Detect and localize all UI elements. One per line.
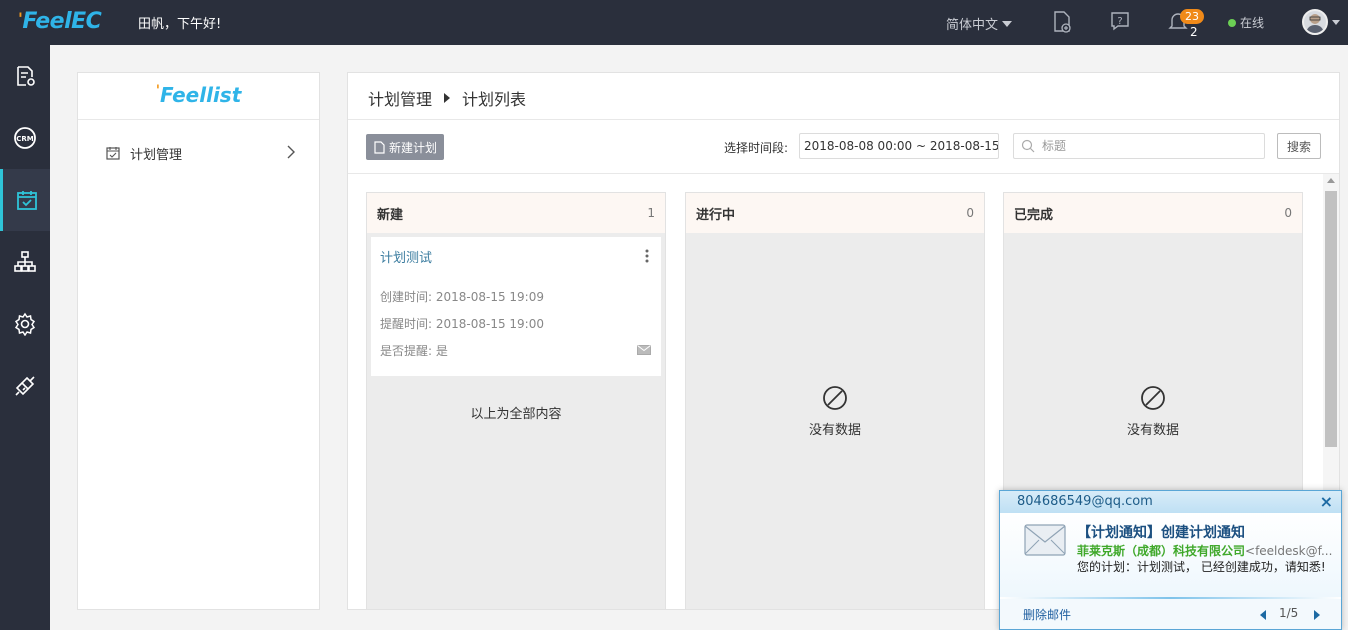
sender-address: <feeldesk@f... (1245, 544, 1333, 558)
search-placeholder: 标题 (1042, 139, 1067, 153)
end-of-list-text: 以上为全部内容 (470, 407, 562, 422)
divider (348, 173, 1339, 174)
notification-badge[interactable]: 23 (1180, 9, 1204, 24)
column-header: 进行中 0 (686, 193, 984, 233)
svg-text:CRM: CRM (16, 135, 34, 143)
status-dot-icon (1228, 19, 1236, 27)
chevron-down-icon (1002, 21, 1013, 27)
svg-text:?: ? (1117, 16, 1122, 27)
no-data-icon (1141, 386, 1165, 410)
mail-sender: 菲莱克斯（成都）科技有限公司<feeldesk@f... (1077, 542, 1335, 559)
sender-name: 菲莱克斯（成都）科技有限公司 (1077, 544, 1246, 558)
column-count: 0 (966, 206, 974, 220)
column-count: 1 (647, 206, 655, 220)
scroll-up-arrow-icon[interactable] (1327, 178, 1335, 183)
breadcrumb-current: 计划列表 (462, 90, 527, 109)
mail-account: 804686549@qq.com (1017, 494, 1153, 509)
plan-card[interactable]: 计划测试 创建时间: 2018-08-15 19:09 提醒时间: 2018-0… (371, 237, 661, 376)
plan-remind-flag: 是否提醒: 是 (380, 344, 448, 358)
chevron-right-icon (287, 145, 295, 159)
rail-item-settings[interactable] (0, 293, 50, 355)
delete-mail-link[interactable]: 删除邮件 (1023, 606, 1071, 623)
calendar-icon (106, 147, 120, 160)
top-bar: 'FeelEC 田帆，下午好! 简体中文 ? 23 2 在线 (0, 0, 1348, 45)
gear-icon (14, 312, 36, 336)
org-chart-icon (14, 251, 36, 272)
scroll-thumb[interactable] (1325, 191, 1337, 447)
column-header: 已完成 0 (1004, 193, 1302, 233)
crm-icon: CRM (14, 127, 36, 149)
empty-state: 没有数据 (1004, 385, 1302, 438)
mail-page-indicator: 1/5 (1279, 606, 1299, 620)
time-range-input[interactable]: 2018-08-08 00:00 ~ 2018-08-15 19: (799, 133, 999, 159)
plan-remind-time: 提醒时间: 2018-08-15 19:00 (380, 317, 544, 331)
time-range-label: 选择时间段: (724, 141, 789, 155)
close-icon[interactable]: × (1320, 491, 1333, 513)
plan-card-title[interactable]: 计划测试 (380, 247, 432, 266)
column-count: 0 (1284, 206, 1292, 220)
language-selector[interactable]: 简体中文 (946, 14, 1013, 33)
column-title: 已完成 (1014, 207, 1054, 223)
feellist-logo: 'Feellist (78, 73, 319, 120)
divider (348, 119, 1339, 120)
column-title: 进行中 (696, 207, 736, 223)
rail-item-documents[interactable] (0, 45, 50, 107)
empty-state: 没有数据 (686, 385, 984, 438)
feelec-logo[interactable]: 'FeelEC (18, 9, 102, 34)
mail-popup-footer: 删除邮件 1/5 (1000, 599, 1341, 629)
breadcrumb-parent[interactable]: 计划管理 (368, 90, 432, 109)
column-title: 新建 (377, 207, 404, 223)
document-settings-icon (17, 66, 35, 86)
chevron-down-icon[interactable] (1332, 20, 1340, 25)
envelope-icon (1024, 524, 1066, 556)
mail-popup-body[interactable]: 【计划通知】创建计划通知 菲莱克斯（成都）科技有限公司<feeldesk@f..… (1000, 513, 1341, 597)
module-panel: 'Feellist 计划管理 (77, 72, 320, 610)
mail-popup-header: 804686549@qq.com × (1000, 491, 1341, 513)
next-arrow-icon[interactable] (1314, 610, 1320, 620)
column-new: 新建 1 计划测试 创建时间: 2018-08-15 19:09 提醒时间: 2… (366, 192, 666, 609)
empty-text: 没有数据 (1126, 423, 1179, 438)
search-button[interactable]: 搜索 (1277, 133, 1321, 159)
new-plan-label: 新建计划 (388, 140, 437, 155)
column-header: 新建 1 (367, 193, 665, 233)
mail-notification-popup: 804686549@qq.com × 【计划通知】创建计划通知 菲莱克斯（成都）… (999, 490, 1342, 630)
caret-right-icon (444, 93, 451, 103)
avatar[interactable] (1302, 9, 1328, 35)
no-data-icon (823, 386, 847, 410)
menu-item-label: 计划管理 (130, 147, 183, 163)
online-status[interactable]: 在线 (1228, 14, 1264, 31)
empty-text: 没有数据 (808, 423, 861, 438)
more-vertical-icon[interactable] (645, 249, 649, 263)
mail-preview: 您的计划：计划测试， 已经创建成功，请知悉! (1077, 560, 1326, 574)
breadcrumb: 计划管理 计划列表 (368, 86, 526, 110)
side-rail: CRM (0, 45, 50, 630)
mail-icon (637, 345, 651, 355)
rail-item-crm[interactable]: CRM (0, 107, 50, 169)
search-icon (1021, 139, 1035, 153)
new-plan-button[interactable]: 新建计划 (366, 134, 444, 160)
new-document-icon[interactable] (1052, 11, 1074, 33)
rail-item-organization[interactable] (0, 231, 50, 293)
greeting-text: 田帆，下午好! (138, 17, 222, 32)
column-in-progress: 进行中 0 没有数据 (685, 192, 985, 609)
plan-created-time: 创建时间: 2018-08-15 19:09 (380, 290, 544, 304)
status-label: 在线 (1240, 16, 1265, 30)
rail-item-integrations[interactable] (0, 355, 50, 417)
language-label: 简体中文 (946, 18, 999, 33)
rail-item-calendar[interactable] (0, 169, 50, 231)
plug-icon (15, 376, 35, 396)
help-icon[interactable]: ? (1110, 11, 1132, 33)
search-input[interactable]: 标题 (1013, 133, 1265, 159)
new-document-icon (374, 140, 385, 154)
mail-subject[interactable]: 【计划通知】创建计划通知 (1077, 522, 1245, 542)
previous-arrow-icon[interactable] (1260, 610, 1266, 620)
calendar-check-icon (16, 191, 37, 210)
notification-count: 2 (1190, 25, 1198, 39)
menu-item-plan-management[interactable]: 计划管理 (106, 143, 296, 163)
